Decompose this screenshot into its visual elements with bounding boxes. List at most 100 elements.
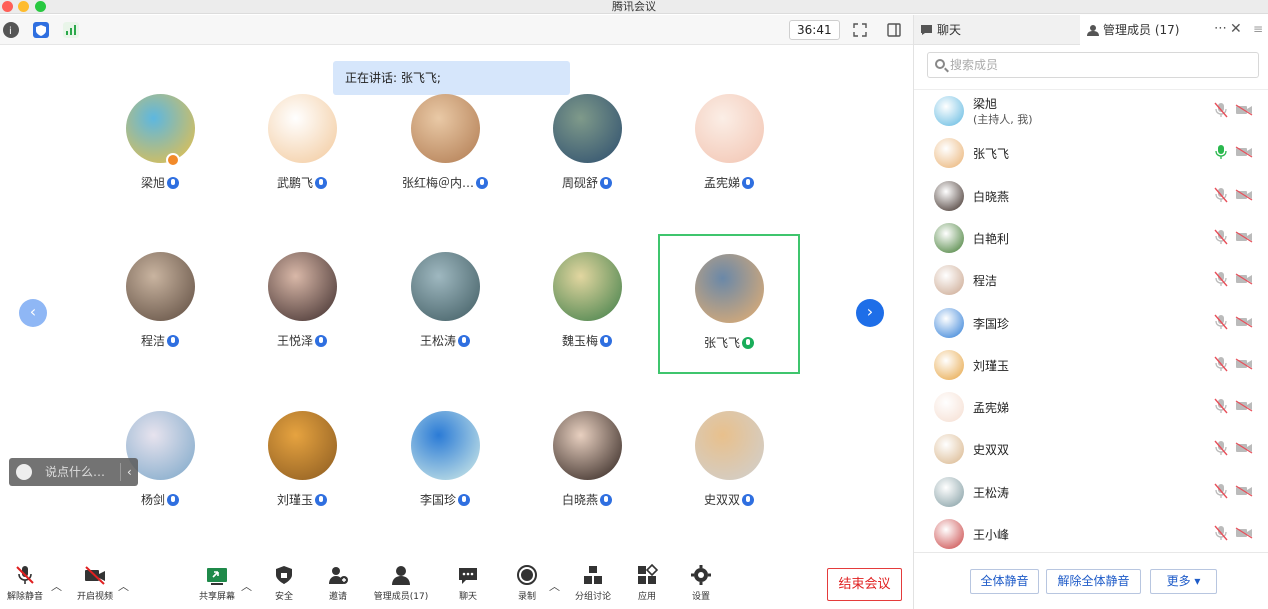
video-off-icon[interactable] xyxy=(1235,315,1253,328)
member-row[interactable]: 王松涛 xyxy=(914,471,1268,513)
participant-name-text: 梁旭 xyxy=(140,176,165,190)
member-row[interactable]: 白艳利 xyxy=(914,217,1268,259)
mic-status-icon xyxy=(315,335,327,347)
participant-tile[interactable]: 孟宪娣 xyxy=(658,76,800,216)
end-meeting-button[interactable]: 结束会议 xyxy=(827,568,902,601)
apps-button[interactable]: 应用 xyxy=(631,564,663,608)
mic-status-icon xyxy=(458,335,470,347)
avatar xyxy=(268,411,337,480)
video-off-icon[interactable] xyxy=(1235,273,1253,285)
settings-label: 设置 xyxy=(691,592,710,602)
video-off-icon[interactable] xyxy=(1235,442,1253,454)
mic-on-icon[interactable] xyxy=(1214,144,1228,160)
mic-muted-icon[interactable] xyxy=(1214,314,1228,330)
mic-muted-icon[interactable] xyxy=(1214,525,1228,541)
more-options-icon[interactable]: ⋯ xyxy=(1214,15,1227,43)
previous-page-button[interactable]: ‹ xyxy=(19,299,47,327)
video-off-icon[interactable] xyxy=(1235,146,1253,158)
invite-button[interactable]: 邀请 xyxy=(322,564,354,608)
participant-tile[interactable]: 李国珍 xyxy=(374,393,516,533)
member-row[interactable]: 王小峰 xyxy=(914,513,1268,549)
video-off-icon[interactable] xyxy=(1235,104,1253,116)
participant-name-text: 程洁 xyxy=(140,334,165,348)
security-label: 安全 xyxy=(274,592,293,602)
participant-tile[interactable]: 王悦泽 xyxy=(231,234,373,374)
signal-icon[interactable] xyxy=(63,22,79,38)
participant-tile[interactable]: 史双双 xyxy=(658,393,800,533)
member-row[interactable]: 史双双 xyxy=(914,428,1268,470)
collapse-chat-icon[interactable]: ‹ xyxy=(127,458,132,486)
video-off-icon[interactable] xyxy=(1235,527,1253,539)
member-row[interactable]: 李国珍 xyxy=(914,302,1268,344)
video-off-icon[interactable] xyxy=(1235,400,1253,412)
settings-button[interactable]: 设置 xyxy=(685,564,717,608)
mic-muted-icon[interactable] xyxy=(1214,271,1228,287)
manage-members-button[interactable]: 管理成员(17) xyxy=(372,564,430,608)
mic-muted-icon[interactable] xyxy=(1214,398,1228,414)
participant-tile[interactable]: 程洁 xyxy=(89,234,231,374)
apps-label: 应用 xyxy=(637,592,656,602)
mute-all-button[interactable]: 全体静音 xyxy=(970,569,1039,594)
participant-tile[interactable]: 梁旭 xyxy=(89,76,231,216)
security-button[interactable]: 安全 xyxy=(268,564,300,608)
member-row[interactable]: 刘瑾玉 xyxy=(914,344,1268,386)
chat-button[interactable]: 聊天 xyxy=(452,564,484,608)
participant-name-text: 白晓燕 xyxy=(561,493,598,507)
member-row[interactable]: 白晓燕 xyxy=(914,175,1268,217)
participant-tile[interactable]: 周砚舒 xyxy=(516,76,658,216)
member-search-input[interactable]: 搜索成员 xyxy=(927,52,1259,78)
participant-tile[interactable]: 张飞飞 xyxy=(658,234,800,374)
toggle-sidebar-icon[interactable] xyxy=(886,22,902,42)
video-off-icon[interactable] xyxy=(1235,485,1253,497)
mic-muted-icon[interactable] xyxy=(1214,102,1228,118)
avatar xyxy=(553,252,622,321)
tab-chat[interactable]: 聊天 xyxy=(920,15,1080,45)
member-name: 程洁 xyxy=(973,274,998,289)
participant-tile[interactable]: 武鹏飞 xyxy=(231,76,373,216)
chat-label: 聊天 xyxy=(458,592,477,602)
fullscreen-icon[interactable] xyxy=(852,22,868,42)
mic-muted-icon[interactable] xyxy=(1214,356,1228,372)
participant-tile[interactable]: 王松涛 xyxy=(374,234,516,374)
member-row[interactable]: 程洁 xyxy=(914,259,1268,301)
video-options-caret[interactable]: ︿ xyxy=(118,578,129,594)
start-video-button[interactable]: 开启视频 xyxy=(74,564,116,608)
mic-status-icon xyxy=(315,177,327,189)
participant-name: 白晓燕 xyxy=(516,491,658,508)
participant-tile[interactable]: 魏玉梅 xyxy=(516,234,658,374)
next-page-button[interactable]: › xyxy=(856,299,884,327)
participant-name: 张红梅＠内… xyxy=(374,174,516,191)
unmute-button[interactable]: 解除静音 xyxy=(4,564,46,608)
member-row[interactable]: 梁旭 (主持人, 我) xyxy=(914,90,1268,132)
audio-options-caret[interactable]: ︿ xyxy=(51,578,62,594)
mic-muted-icon[interactable] xyxy=(1214,440,1228,456)
record-options-caret[interactable]: ︿ xyxy=(549,578,560,594)
participant-tile[interactable]: 张红梅＠内… xyxy=(374,76,516,216)
member-row[interactable]: 孟宪娣 xyxy=(914,386,1268,428)
video-off-icon[interactable] xyxy=(1235,358,1253,370)
participant-tile[interactable]: 刘瑾玉 xyxy=(231,393,373,533)
close-panel-icon[interactable]: ✕ xyxy=(1230,15,1242,43)
video-off-icon[interactable] xyxy=(1235,231,1253,243)
mic-muted-icon[interactable] xyxy=(1214,483,1228,499)
participant-name-text: 史双双 xyxy=(703,493,740,507)
participant-name-text: 孟宪娣 xyxy=(703,176,740,190)
shield-icon[interactable] xyxy=(33,22,49,38)
share-options-caret[interactable]: ︿ xyxy=(241,578,252,594)
share-screen-button[interactable]: 共享屏幕 xyxy=(196,564,238,608)
emoji-icon[interactable] xyxy=(16,464,32,480)
breakout-button[interactable]: 分组讨论 xyxy=(571,564,615,608)
mic-muted-icon[interactable] xyxy=(1214,187,1228,203)
mic-status-icon xyxy=(167,335,179,347)
record-button[interactable]: 录制 xyxy=(511,564,543,608)
video-off-icon[interactable] xyxy=(1235,189,1253,201)
menu-icon[interactable]: ≡ xyxy=(1253,15,1263,43)
more-button[interactable]: 更多 ▾ xyxy=(1150,569,1217,594)
mic-muted-icon[interactable] xyxy=(1214,229,1228,245)
participant-tile[interactable]: 白晓燕 xyxy=(516,393,658,533)
unmute-all-button[interactable]: 解除全体静音 xyxy=(1046,569,1141,594)
participant-name-text: 李国珍 xyxy=(419,493,456,507)
member-row[interactable]: 张飞飞 xyxy=(914,132,1268,174)
info-icon[interactable]: i xyxy=(3,22,19,38)
quick-chat-input[interactable]: 说点什么… ‹ xyxy=(9,458,138,486)
